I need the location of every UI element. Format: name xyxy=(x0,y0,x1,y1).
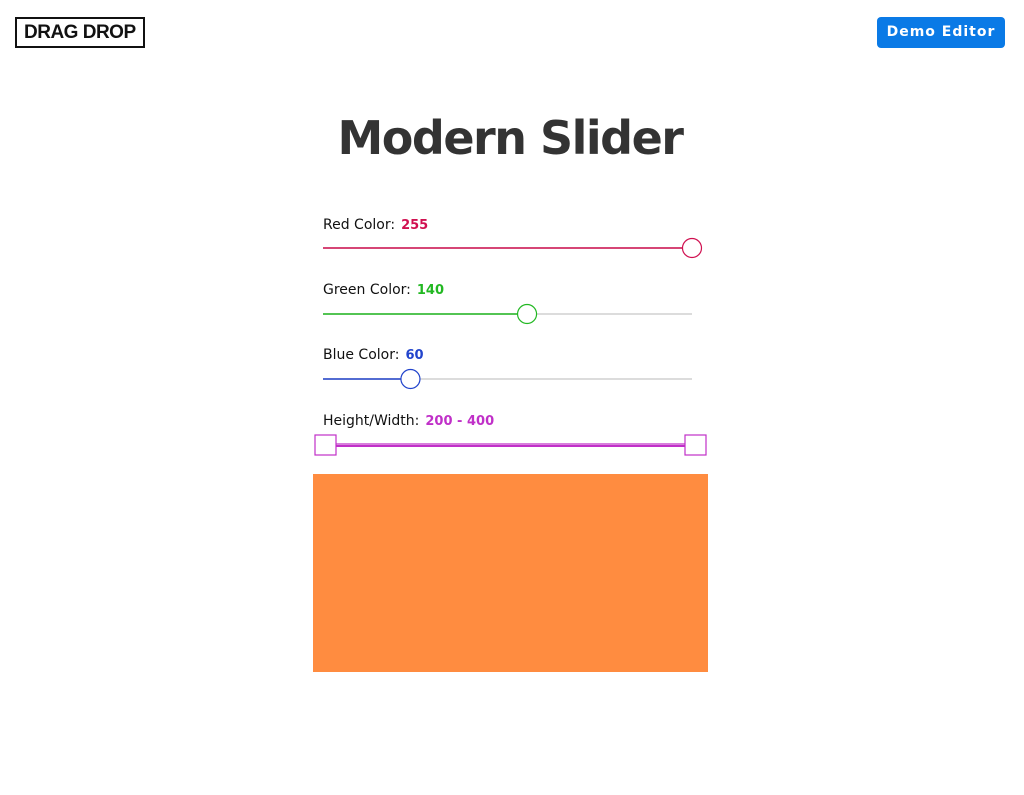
page-title: Modern Slider xyxy=(337,111,684,165)
green-slider-label-text: Green Color: xyxy=(323,282,411,298)
green-slider-thumb[interactable] xyxy=(516,303,538,325)
green-slider[interactable] xyxy=(323,303,692,325)
color-preview-box xyxy=(313,474,708,672)
blue-slider[interactable] xyxy=(323,368,692,390)
red-slider-value: 255 xyxy=(401,218,429,233)
blue-slider-label: Blue Color: 60 xyxy=(323,346,424,365)
red-slider[interactable] xyxy=(323,237,703,259)
size-range-slider[interactable] xyxy=(314,434,707,456)
size-slider-label-text: Height/Width: xyxy=(323,413,420,429)
size-slider-value: 200 - 400 xyxy=(425,414,495,429)
page: DRAG DROP Demo Editor Modern Slider Red … xyxy=(0,0,1024,795)
demo-editor-button[interactable]: Demo Editor xyxy=(877,17,1005,48)
size-range-max-handle[interactable] xyxy=(684,434,707,456)
red-slider-label: Red Color: 255 xyxy=(323,216,428,235)
blue-slider-value: 60 xyxy=(405,348,424,363)
red-slider-label-text: Red Color: xyxy=(323,217,396,233)
logo[interactable]: DRAG DROP xyxy=(15,17,145,48)
green-slider-value: 140 xyxy=(416,283,445,298)
red-slider-thumb[interactable] xyxy=(681,237,703,259)
blue-slider-label-text: Blue Color: xyxy=(323,347,400,363)
green-slider-label: Green Color: 140 xyxy=(323,281,444,300)
size-slider-label: Height/Width: 200 - 400 xyxy=(323,412,494,431)
blue-slider-thumb[interactable] xyxy=(400,368,421,390)
size-range-min-handle[interactable] xyxy=(314,434,337,456)
